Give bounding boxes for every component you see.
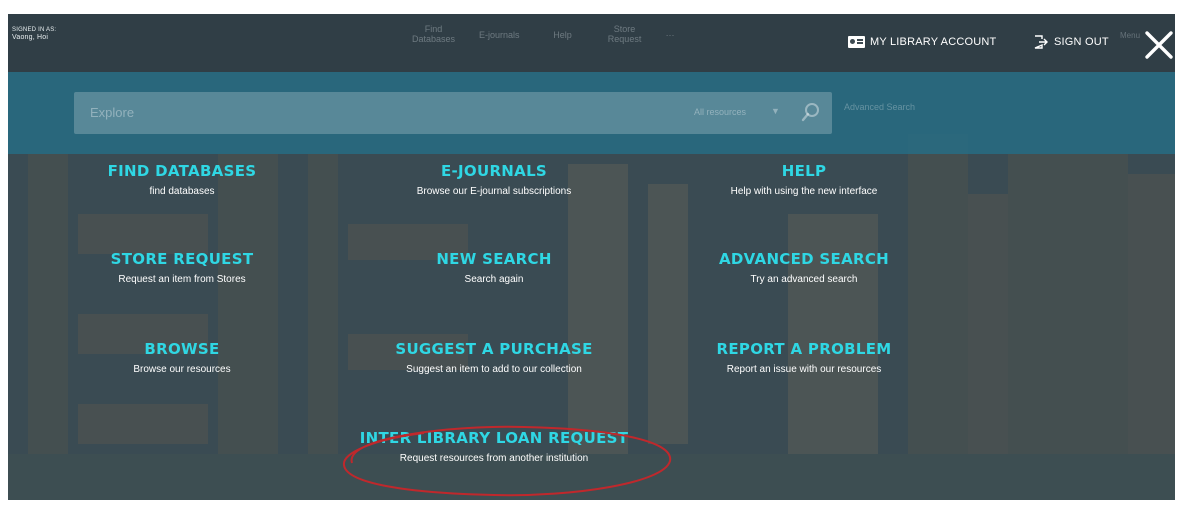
sign-out-button[interactable]: SIGN OUT <box>1034 35 1109 49</box>
menu-item-title: FIND DATABASES <box>107 162 257 180</box>
signed-in-info: SIGNED IN AS: Vaong, Hoi <box>12 26 56 42</box>
menu-item-browse[interactable]: BROWSE Browse our resources <box>32 340 332 376</box>
menu-item-title: E-JOURNALS <box>440 162 548 180</box>
top-nav: Find Databases E-journals Help Store Req… <box>400 24 685 44</box>
menu-item-title: BROWSE <box>144 340 220 358</box>
menu-item-subtitle: Help with using the new interface <box>730 186 878 197</box>
signed-in-label: SIGNED IN AS: <box>12 27 57 33</box>
menu-item-title: SUGGEST A PURCHASE <box>395 340 593 358</box>
top-nav-label: E-journals <box>479 30 520 40</box>
menu-item-store-request[interactable]: STORE REQUEST Request an item from Store… <box>32 250 332 286</box>
menu-item-new-search[interactable]: NEW SEARCH Search again <box>344 250 644 286</box>
search-input[interactable]: Explore All resources ▼ <box>74 92 832 134</box>
top-nav-store-request[interactable]: Store Request <box>594 24 656 44</box>
menu-item-title: ADVANCED SEARCH <box>718 250 889 268</box>
sign-out-label: SIGN OUT <box>1054 36 1109 48</box>
top-nav-help[interactable]: Help <box>532 24 594 44</box>
menu-item-suggest-purchase[interactable]: SUGGEST A PURCHASE Suggest an item to ad… <box>344 340 644 376</box>
highlight-ellipse <box>343 425 672 497</box>
search-band: Explore All resources ▼ <box>8 72 1175 154</box>
sign-out-icon <box>1034 35 1048 49</box>
top-nav-more[interactable]: ··· <box>656 24 685 44</box>
menu-item-subtitle: Try an advanced search <box>750 274 858 285</box>
top-nav-label: Store <box>613 24 636 34</box>
menu-item-title: STORE REQUEST <box>110 250 254 268</box>
menu-item-subtitle: Suggest an item to add to our collection <box>406 364 582 375</box>
menu-item-title: HELP <box>781 162 827 180</box>
my-library-account-button[interactable]: MY LIBRARY ACCOUNT <box>848 36 996 48</box>
menu-item-find-databases[interactable]: FIND DATABASES find databases <box>32 162 332 198</box>
menu-item-subtitle: Browse our E-journal subscriptions <box>416 186 572 197</box>
top-nav-label: Find <box>424 24 443 34</box>
library-menu-overlay: SIGNED IN AS: Vaong, Hoi Find Databases … <box>8 14 1175 500</box>
my-library-account-label: MY LIBRARY ACCOUNT <box>870 36 997 48</box>
menu-item-e-journals[interactable]: E-JOURNALS Browse our E-journal subscrip… <box>344 162 644 198</box>
top-nav-e-journals[interactable]: E-journals <box>467 24 532 44</box>
close-icon[interactable] <box>1144 30 1174 60</box>
menu-item-subtitle: Request an item from Stores <box>118 274 246 285</box>
id-card-icon <box>848 36 865 48</box>
menu-item-title: NEW SEARCH <box>436 250 552 268</box>
menu-item-help[interactable]: HELP Help with using the new interface <box>654 162 954 198</box>
search-icon[interactable] <box>800 101 822 123</box>
advanced-search-link[interactable]: Advanced Search <box>844 102 915 112</box>
menu-item-report-problem[interactable]: REPORT A PROBLEM Report an issue with ou… <box>654 340 954 376</box>
menu-item-subtitle: Report an issue with our resources <box>726 364 882 375</box>
chevron-down-icon: ▼ <box>771 106 780 116</box>
search-scope-select[interactable]: All resources <box>694 107 746 117</box>
menu-item-title: REPORT A PROBLEM <box>716 340 892 358</box>
user-name: Vaong, Hoi <box>12 34 49 41</box>
menu-item-advanced-search[interactable]: ADVANCED SEARCH Try an advanced search <box>654 250 954 286</box>
menu-item-subtitle: find databases <box>149 186 215 197</box>
top-nav-label: Help <box>553 30 572 40</box>
top-nav-label: Databases <box>412 34 456 44</box>
menu-item-subtitle: Browse our resources <box>133 364 231 375</box>
search-placeholder: Explore <box>90 105 135 120</box>
menu-item-subtitle: Search again <box>464 274 524 285</box>
top-nav-find-databases[interactable]: Find Databases <box>400 24 467 44</box>
top-bar: SIGNED IN AS: Vaong, Hoi Find Databases … <box>8 14 1175 72</box>
menu-label: Menu <box>1120 31 1141 40</box>
top-nav-label: Request <box>607 34 642 44</box>
